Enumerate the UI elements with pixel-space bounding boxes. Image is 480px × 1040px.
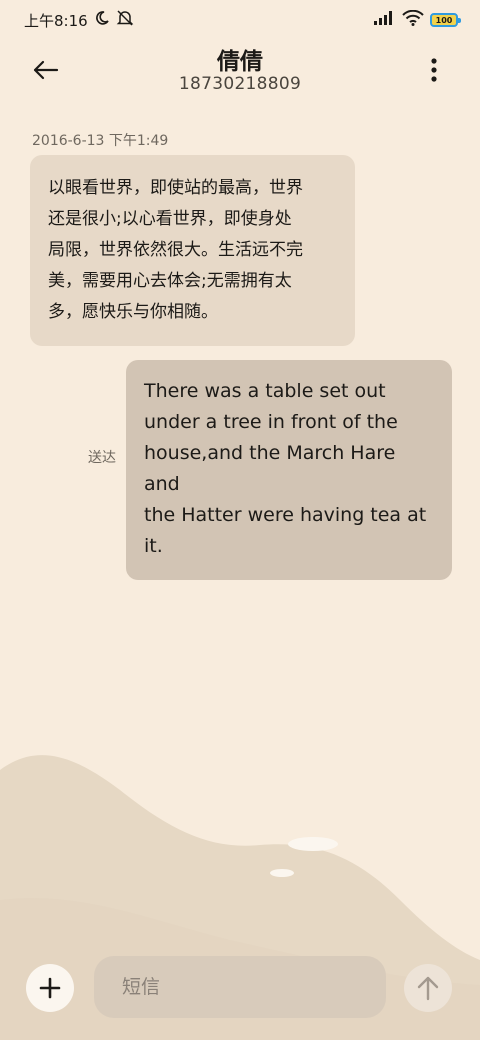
contact-name: 倩倩 (217, 49, 263, 75)
incoming-message-bubble[interactable]: 以眼看世界，即使站的最高，世界 还是很小;以心看世界，即使身处 局限，世界依然很… (30, 155, 355, 346)
conversation-header: 倩倩 18730218809 (0, 40, 480, 110)
add-attachment-button[interactable] (26, 964, 74, 1012)
message-line: under a tree in front of the (144, 411, 398, 433)
battery-icon: 100 (430, 13, 461, 27)
message-line: the Hatter were having tea at (144, 504, 427, 526)
plus-icon (39, 977, 61, 999)
message-line: 美，需要用心去体会;无需拥有太 (48, 271, 292, 291)
message-line: it. (144, 535, 163, 557)
moon-icon (94, 10, 110, 30)
message-input[interactable] (94, 956, 386, 1018)
send-button[interactable] (404, 964, 452, 1012)
message-line: There was a table set out (144, 380, 386, 402)
message-timestamp: 2016-6-13 下午1:49 (32, 133, 169, 149)
message-line: house,and the March Hare and (144, 442, 396, 495)
status-time: 上午8:16 (24, 11, 88, 30)
message-line: 还是很小;以心看世界，即使身处 (48, 209, 292, 229)
bell-muted-icon (116, 9, 134, 31)
contact-phone-number: 18730218809 (178, 74, 302, 94)
wifi-icon (402, 9, 424, 30)
status-bar: 上午8:16 100 (0, 0, 480, 40)
message-line: 多，愿快乐与你相随。 (48, 302, 218, 322)
delivery-status: 送达 (88, 450, 116, 466)
outgoing-message-bubble[interactable]: There was a table set out under a tree i… (126, 360, 452, 580)
status-right: 100 (374, 9, 461, 30)
status-left: 上午8:16 (24, 9, 134, 31)
message-line: 局限，世界依然很大。生活远不完 (48, 240, 303, 260)
send-arrow-up-icon (417, 976, 439, 1001)
more-vertical-icon (431, 58, 437, 82)
signal-icon (374, 11, 396, 29)
message-line: 以眼看世界，即使站的最高，世界 (48, 178, 303, 198)
more-options-button[interactable] (416, 50, 452, 90)
